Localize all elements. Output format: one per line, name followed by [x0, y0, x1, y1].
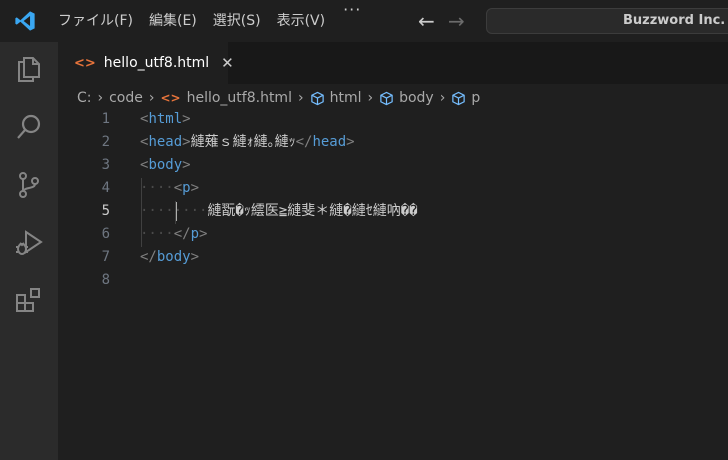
code-editor[interactable]: 1 <html> 2 <head>縺薙ｓ縺ｫ縺｡縺ｯ</head> 3 <body> 4 ··…: [58, 108, 728, 460]
tag-bracket: >: [190, 249, 200, 265]
chevron-right-icon: ›: [148, 90, 155, 106]
vscode-logo-icon[interactable]: [10, 6, 40, 36]
breadcrumb-drive[interactable]: C:: [77, 90, 92, 106]
whitespace-marker: ····: [140, 226, 174, 242]
tag-bracket: >: [182, 134, 191, 150]
command-center-search[interactable]: Buzzword Inc.: [486, 8, 728, 34]
menu-more-button[interactable]: ···: [333, 0, 371, 42]
menu-file[interactable]: ファイル(F): [50, 0, 141, 42]
tag-bracket: >: [190, 180, 200, 196]
code-content: <head>縺薙ｓ縺ｫ縺｡縺ｯ</head>: [140, 131, 355, 154]
line-number: 7: [101, 249, 110, 265]
tag-bracket: <: [173, 180, 183, 196]
tag-bracket: >: [199, 226, 208, 242]
menu-selection[interactable]: 選択(S): [205, 0, 269, 42]
line-number: 1: [101, 111, 110, 127]
tag-name: head: [312, 134, 347, 150]
breadcrumb-symbol-html[interactable]: html: [330, 90, 362, 106]
extensions-icon[interactable]: [13, 285, 45, 317]
tab-hello-utf8[interactable]: <> hello_utf8.html ✕: [58, 42, 234, 84]
tag-name: head: [148, 134, 183, 150]
chevron-right-icon: ›: [439, 90, 446, 106]
tag-bracket: >: [346, 134, 355, 150]
title-bar: ファイル(F) 編集(E) 選択(S) 表示(V) ··· ← → Buzzwo…: [0, 0, 728, 42]
chevron-right-icon: ›: [367, 90, 374, 106]
code-content: ····</p>: [140, 223, 207, 246]
close-icon[interactable]: ✕: [221, 54, 234, 72]
breadcrumb-symbol-p[interactable]: p: [471, 90, 480, 106]
search-icon[interactable]: [13, 111, 45, 143]
line-number: 6: [101, 226, 110, 242]
code-content: <html>: [140, 108, 191, 131]
code-content: ········縺翫�ｯ繧医≧縺斐＊縺�縺ｾ縺吶��: [140, 200, 418, 223]
tab-bar: <> hello_utf8.html ✕: [58, 42, 728, 84]
forward-arrow-icon[interactable]: →: [441, 9, 471, 33]
tag-bracket: </: [140, 249, 157, 265]
line-number: 5: [101, 203, 110, 219]
code-line[interactable]: 4 ····<p>: [58, 177, 728, 200]
symbol-icon: [452, 91, 466, 105]
whitespace-marker: ········: [140, 203, 208, 219]
text-content: 縺翫�ｯ繧医≧縺斐＊縺�縺ｾ縺吶��: [207, 203, 418, 219]
code-line[interactable]: 1 <html>: [58, 108, 728, 131]
breadcrumb-file[interactable]: hello_utf8.html: [187, 90, 292, 106]
breadcrumb-symbol-body[interactable]: body: [399, 90, 434, 106]
line-number: 8: [101, 272, 110, 288]
code-line[interactable]: 8: [58, 269, 728, 292]
back-arrow-icon[interactable]: ←: [411, 9, 441, 33]
code-line[interactable]: 3 <body>: [58, 154, 728, 177]
line-number: 3: [101, 157, 110, 173]
chevron-right-icon: ›: [97, 90, 104, 106]
code-line[interactable]: 2 <head>縺薙ｓ縺ｫ縺｡縺ｯ</head>: [58, 131, 728, 154]
line-number: 4: [101, 180, 110, 196]
tag-name: p: [182, 180, 191, 196]
tag-bracket: </: [173, 226, 191, 242]
breadcrumb-folder[interactable]: code: [109, 90, 143, 106]
tag-name: html: [148, 111, 183, 127]
tag-name: body: [156, 249, 191, 265]
tag-bracket: >: [182, 111, 191, 127]
text-content: 縺薙ｓ縺ｫ縺｡縺ｯ: [190, 134, 296, 150]
activity-bar: [0, 42, 58, 460]
menu-view[interactable]: 表示(V): [269, 0, 334, 42]
explorer-icon[interactable]: [13, 53, 45, 85]
chevron-right-icon: ›: [297, 90, 304, 106]
symbol-icon: [380, 91, 393, 105]
tag-name: p: [190, 226, 200, 242]
run-debug-icon[interactable]: [13, 227, 45, 259]
symbol-icon: [310, 91, 324, 105]
html-file-icon: <>: [160, 91, 181, 105]
html-file-icon: <>: [74, 55, 96, 71]
code-content: </body>: [140, 246, 199, 269]
code-line[interactable]: 6 ····</p>: [58, 223, 728, 246]
code-content: <body>: [140, 154, 191, 177]
code-content: ····<p>: [140, 177, 199, 200]
tag-bracket: >: [182, 157, 191, 173]
line-number: 2: [101, 134, 110, 150]
tag-name: body: [148, 157, 183, 173]
source-control-icon[interactable]: [13, 169, 45, 201]
tab-label: hello_utf8.html: [103, 55, 210, 71]
menu-edit[interactable]: 編集(E): [141, 0, 205, 42]
whitespace-marker: ····: [140, 180, 174, 196]
code-line[interactable]: 5 ········縺翫�ｯ繧医≧縺斐＊縺�縺ｾ縺吶��: [58, 200, 728, 223]
code-line[interactable]: 7 </body>: [58, 246, 728, 269]
text-cursor: [176, 202, 177, 221]
tag-bracket: </: [295, 134, 313, 150]
menu-bar: ファイル(F) 編集(E) 選択(S) 表示(V) ···: [50, 0, 371, 42]
